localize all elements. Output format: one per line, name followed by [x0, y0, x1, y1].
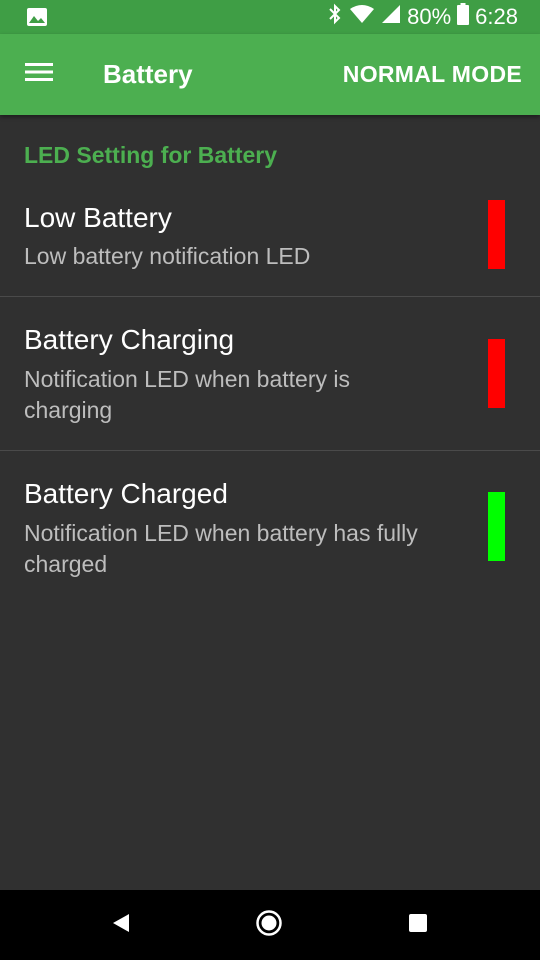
clock: 6:28 [475, 4, 518, 29]
battery-icon [457, 3, 470, 31]
app-bar: Battery NORMAL MODE [0, 34, 540, 115]
menu-button[interactable] [16, 54, 62, 94]
wifi-icon [349, 4, 375, 30]
home-icon [255, 909, 283, 942]
preference-item-battery-charging[interactable]: Battery Charging Notification LED when b… [0, 297, 540, 450]
image-icon [26, 7, 48, 27]
preference-item-low-battery[interactable]: Low Battery Low battery notification LED [0, 180, 540, 296]
recents-icon [408, 913, 428, 938]
led-color-swatch[interactable] [488, 492, 505, 561]
hamburger-menu-icon [25, 62, 53, 87]
battery-percent: 80% [407, 4, 452, 29]
status-icons: 80% 6:28 [327, 0, 518, 34]
cell-signal-icon [381, 4, 401, 30]
navigation-bar [0, 890, 540, 960]
home-button[interactable] [247, 903, 291, 947]
bluetooth-icon [327, 3, 343, 31]
status-bar: 80% 6:28 [0, 0, 540, 34]
preference-summary: Notification LED when battery is chargin… [24, 366, 350, 423]
preference-title: Battery Charging [24, 324, 235, 355]
recents-button[interactable] [396, 903, 440, 947]
preference-item-battery-charged[interactable]: Battery Charged Notification LED when ba… [0, 451, 540, 601]
page-title: Battery [103, 59, 193, 89]
led-color-swatch[interactable] [488, 339, 505, 408]
mode-button[interactable]: NORMAL MODE [343, 34, 522, 115]
preference-summary: Notification LED when battery has fully … [24, 520, 418, 577]
preference-summary: Low battery notification LED [24, 243, 311, 269]
back-button[interactable] [99, 903, 143, 947]
preference-title: Low Battery [24, 202, 172, 233]
preference-title: Battery Charged [24, 478, 228, 509]
section-header: LED Setting for Battery [24, 142, 278, 168]
led-color-swatch[interactable] [488, 200, 505, 269]
back-icon [111, 912, 131, 939]
